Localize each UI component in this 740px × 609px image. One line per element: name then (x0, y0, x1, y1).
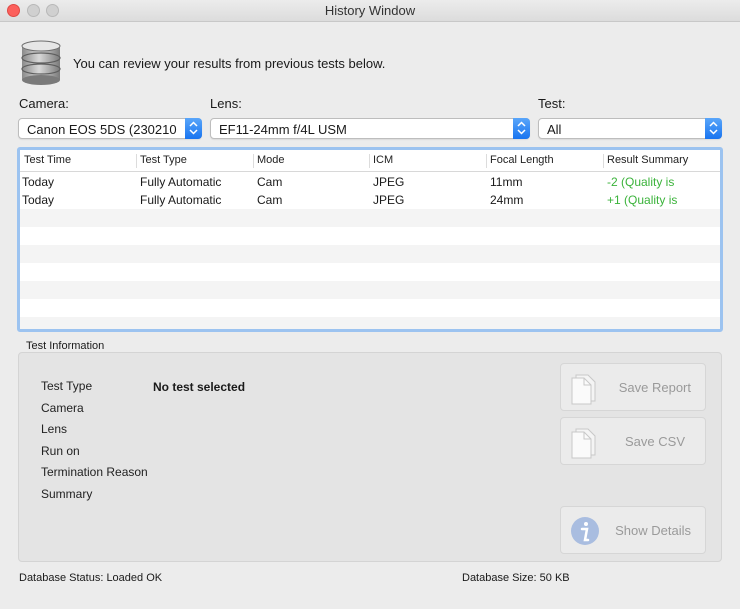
column-icm[interactable]: ICM (369, 154, 393, 168)
cell-test-time: Today (22, 193, 55, 207)
cell-test-time: Today (22, 175, 55, 189)
cell-result-summary: +1 (Quality is (607, 193, 678, 207)
intro-text: You can review your results from previou… (73, 56, 386, 71)
database-status: Database Status: Loaded OK (19, 572, 163, 584)
test-type-value: No test selected (153, 380, 246, 394)
empty-row (20, 317, 720, 329)
cell-test-type: Fully Automatic (140, 193, 222, 207)
cell-icm: JPEG (373, 193, 405, 207)
empty-row (20, 227, 720, 245)
lens-label: Lens: (210, 96, 242, 111)
empty-row (20, 299, 720, 317)
save-csv-button[interactable]: Save CSV (560, 417, 706, 465)
show-details-button[interactable]: Show Details (560, 506, 706, 554)
column-mode[interactable]: Mode (253, 154, 285, 168)
window-title: History Window (324, 3, 416, 18)
column-test-type[interactable]: Test Type (136, 154, 187, 168)
cell-icm: JPEG (373, 175, 405, 189)
label-run-on: Run on (41, 444, 80, 458)
label-test-type: Test Type (41, 379, 93, 393)
column-focal-length[interactable]: Focal Length (486, 154, 554, 168)
info-icon (571, 517, 599, 545)
camera-select-arrow-icon (185, 118, 202, 139)
test-information-title: Test Information (26, 340, 105, 352)
cell-test-type: Fully Automatic (140, 175, 222, 189)
label-summary: Summary (41, 487, 93, 501)
cell-mode: Cam (257, 175, 283, 189)
empty-row (20, 245, 720, 263)
database-icon (21, 40, 61, 85)
test-select[interactable]: All (538, 118, 722, 139)
empty-row (20, 209, 720, 227)
test-label: Test: (538, 96, 566, 111)
camera-select-value: Canon EOS 5DS (230210... (27, 122, 177, 137)
cell-focal-length: 11mm (490, 175, 523, 189)
document-icon (571, 374, 596, 405)
title-bar: History Window (0, 0, 740, 22)
label-camera: Camera (41, 401, 84, 415)
document-icon (571, 428, 596, 459)
test-select-arrow-icon (705, 118, 722, 139)
lens-select-arrow-icon (513, 118, 530, 139)
empty-row (20, 281, 720, 299)
column-result-summary[interactable]: Result Summary (603, 154, 688, 168)
save-csv-label: Save CSV (625, 434, 685, 449)
empty-row (20, 263, 720, 281)
camera-label: Camera: (19, 96, 69, 111)
cell-focal-length: 24mm (490, 193, 524, 207)
show-details-label: Show Details (615, 523, 691, 538)
lens-select-value: EF11-24mm f/4L USM (219, 122, 347, 137)
lens-select[interactable]: EF11-24mm f/4L USM (210, 118, 530, 139)
cell-result-summary: -2 (Quality is (607, 175, 675, 189)
label-lens: Lens (41, 422, 68, 436)
table-row[interactable]: Today Fully Automatic Cam JPEG 11mm -2 (… (20, 173, 720, 191)
camera-select[interactable]: Canon EOS 5DS (230210... (18, 118, 202, 139)
test-select-value: All (547, 122, 562, 137)
save-report-button[interactable]: Save Report (560, 363, 706, 411)
column-test-time[interactable]: Test Time (21, 154, 71, 168)
label-termination-reason: Termination Reason (41, 465, 148, 479)
table-header: Test Time Test Type Mode ICM Focal Lengt… (20, 150, 720, 172)
results-table[interactable]: Test Time Test Type Mode ICM Focal Lengt… (17, 147, 723, 332)
database-size: Database Size: 50 KB (462, 572, 570, 584)
cell-mode: Cam (257, 193, 283, 207)
save-report-label: Save Report (618, 380, 691, 395)
table-row[interactable]: Today Fully Automatic Cam JPEG 24mm +1 (… (20, 191, 720, 209)
